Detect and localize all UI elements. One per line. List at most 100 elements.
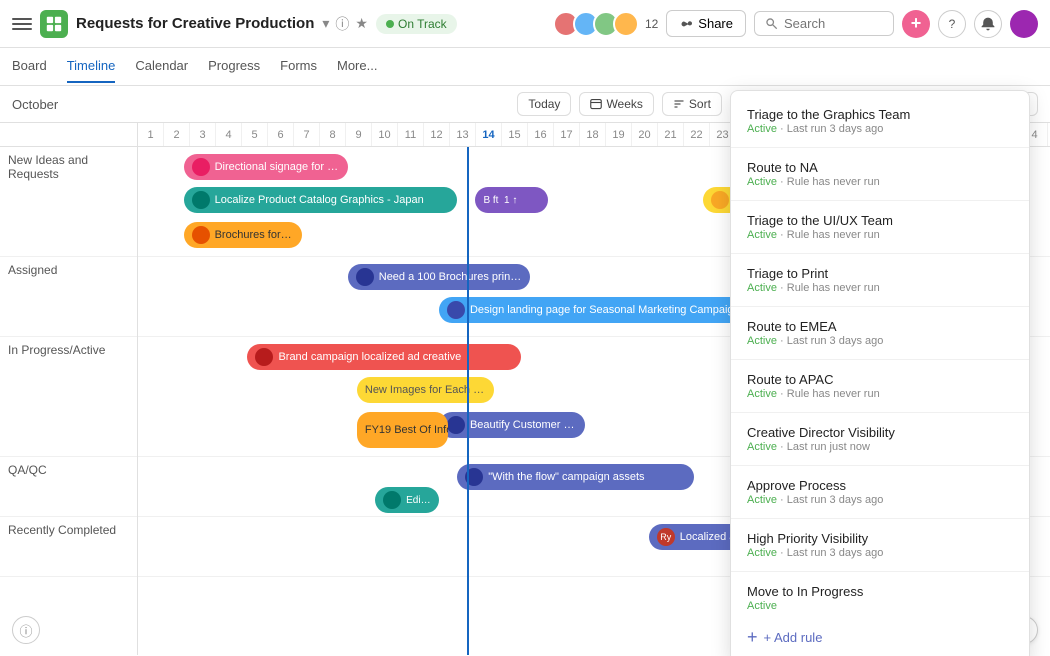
rule-item-4[interactable]: Route to EMEA Active · Last run 3 days a…: [731, 311, 1029, 355]
date-cell-14: 15: [502, 123, 528, 146]
avatar: [192, 191, 210, 209]
rule-meta: Active: [747, 600, 1013, 612]
rule-meta: Active · Rule has never run: [747, 282, 1013, 294]
avatar: [356, 268, 374, 286]
date-cell-0: 1: [138, 123, 164, 146]
task-new-images[interactable]: New Images for Each Regional Office: [357, 377, 494, 403]
info-icon[interactable]: ⓘ: [335, 14, 349, 34]
share-button[interactable]: Share: [666, 10, 746, 37]
avatar-4: [613, 11, 639, 37]
tab-more[interactable]: More...: [337, 50, 377, 83]
date-cell-17: 18: [580, 123, 606, 146]
status-label: On Track: [398, 17, 447, 31]
rule-item-3[interactable]: Triage to Print Active · Rule has never …: [731, 258, 1029, 302]
task-beautify-infographic[interactable]: Beautify Customer Success Infographic: [439, 412, 585, 438]
avatar-count: 12: [645, 17, 658, 31]
search-bar[interactable]: [754, 11, 894, 36]
avatar: [192, 158, 210, 176]
rule-name: Triage to the Graphics Team: [747, 107, 1013, 122]
avatar: [711, 191, 729, 209]
search-icon: [765, 17, 778, 30]
user-avatar[interactable]: [1010, 10, 1038, 38]
task-localize-catalog[interactable]: Localize Product Catalog Graphics - Japa…: [184, 187, 458, 213]
sort-button[interactable]: Sort: [662, 92, 722, 116]
task-brochures-career[interactable]: Brochures for Career Fair: [184, 222, 303, 248]
title-actions: ▾ ⓘ ★: [322, 14, 368, 34]
rule-divider: [731, 306, 1029, 307]
rule-item-7[interactable]: Approve Process Active · Last run 3 days…: [731, 470, 1029, 514]
rule-meta: Active · Rule has never run: [747, 176, 1013, 188]
rule-divider: [731, 147, 1029, 148]
date-cell-18: 19: [606, 123, 632, 146]
app-icon: [40, 10, 68, 38]
rule-divider: [731, 359, 1029, 360]
rule-name: Triage to the UI/UX Team: [747, 213, 1013, 228]
rule-divider: [731, 518, 1029, 519]
nav-tabs: Board Timeline Calendar Progress Forms M…: [0, 48, 1050, 86]
rule-divider: [731, 465, 1029, 466]
task-100-brochures[interactable]: Need a 100 Brochures printed for univers…: [348, 264, 530, 290]
rule-item-2[interactable]: Triage to the UI/UX Team Active · Rule h…: [731, 205, 1029, 249]
star-icon[interactable]: ★: [355, 15, 368, 32]
rule-item-9[interactable]: Move to In Progress Active: [731, 576, 1029, 620]
rule-meta: Active · Rule has never run: [747, 388, 1013, 400]
avatar: [465, 468, 483, 486]
rule-item-6[interactable]: Creative Director Visibility Active · La…: [731, 417, 1029, 461]
tab-timeline[interactable]: Timeline: [67, 50, 116, 83]
avatar: [255, 348, 273, 366]
hamburger-menu[interactable]: [12, 14, 32, 34]
date-cell-19: 20: [632, 123, 658, 146]
rule-meta: Active · Last run just now: [747, 441, 1013, 453]
team-avatars[interactable]: 12: [553, 11, 658, 37]
label-new-ideas: New Ideas and Requests: [0, 147, 137, 257]
notifications-icon[interactable]: [974, 10, 1002, 38]
date-cell-2: 3: [190, 123, 216, 146]
tab-progress[interactable]: Progress: [208, 50, 260, 83]
date-cell-13: 14: [476, 123, 502, 146]
info-icon-button[interactable]: ⓘ: [12, 616, 40, 644]
help-button[interactable]: ?: [938, 10, 966, 38]
task-fy19[interactable]: FY19 Best Of Infographic: [357, 412, 448, 448]
task-with-the-flow[interactable]: "With the flow" campaign assets: [457, 464, 694, 490]
sort-icon: [673, 98, 685, 110]
add-rule-button[interactable]: + + Add rule: [731, 620, 1029, 654]
rule-item-8[interactable]: High Priority Visibility Active · Last r…: [731, 523, 1029, 567]
dropdown-icon[interactable]: ▾: [322, 15, 329, 32]
month-label: October: [12, 97, 58, 112]
task-brand-campaign[interactable]: Brand campaign localized ad creative: [247, 344, 521, 370]
tab-calendar[interactable]: Calendar: [135, 50, 188, 83]
rule-meta: Active · Last run 3 days ago: [747, 123, 1013, 135]
rule-item-1[interactable]: Route to NA Active · Rule has never run: [731, 152, 1029, 196]
label-in-progress: In Progress/Active: [0, 337, 137, 457]
avatar: [383, 491, 401, 509]
date-cell-8: 9: [346, 123, 372, 146]
date-cell-20: 21: [658, 123, 684, 146]
task-directional-signage[interactable]: Directional signage for internal events: [184, 154, 348, 180]
tab-board[interactable]: Board: [12, 50, 47, 83]
top-bar: Requests for Creative Production ▾ ⓘ ★ O…: [0, 0, 1050, 48]
label-recently: Recently Completed: [0, 517, 137, 577]
avatar: [192, 226, 210, 244]
rules-dropdown: Triage to the Graphics Team Active · Las…: [730, 90, 1030, 656]
rule-item-0[interactable]: Triage to the Graphics Team Active · Las…: [731, 99, 1029, 143]
weeks-button[interactable]: Weeks: [579, 92, 653, 116]
rule-item-5[interactable]: Route to APAC Active · Rule has never ru…: [731, 364, 1029, 408]
rule-meta: Active · Last run 3 days ago: [747, 335, 1013, 347]
project-title: Requests for Creative Production: [76, 15, 314, 32]
rule-divider: [731, 253, 1029, 254]
avatar: Ry: [657, 528, 675, 546]
rule-divider: [731, 200, 1029, 201]
tab-forms[interactable]: Forms: [280, 50, 317, 83]
avatar: [447, 416, 465, 434]
label-qa: QA/QC: [0, 457, 137, 517]
status-badge: On Track: [376, 14, 457, 34]
rule-name: High Priority Visibility: [747, 531, 1013, 546]
search-input[interactable]: [784, 16, 874, 31]
task-badge-small[interactable]: B ft 1 ↑: [475, 187, 548, 213]
add-button[interactable]: +: [902, 10, 930, 38]
today-button[interactable]: Today: [517, 92, 571, 116]
date-cell-1: 2: [164, 123, 190, 146]
task-edit-graph[interactable]: Edit Graph... 1 ↑: [375, 487, 439, 513]
date-cell-6: 7: [294, 123, 320, 146]
rule-divider: [731, 571, 1029, 572]
